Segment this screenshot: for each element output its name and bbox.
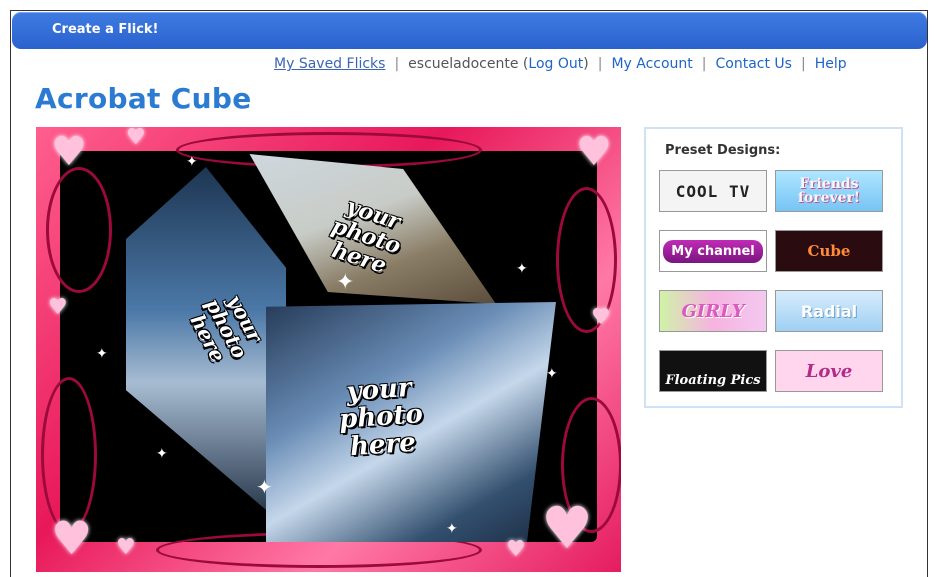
preset-cube[interactable]: Cube — [775, 230, 883, 272]
preset-label: Cube — [807, 242, 851, 260]
heart-icon: ♥ — [576, 129, 612, 175]
sparkle-icon: ✦ — [516, 261, 528, 277]
preset-designs-panel: Preset Designs: COOL TV Friends forever!… — [644, 127, 903, 408]
log-out-link[interactable]: Log Out — [528, 56, 583, 72]
help-link[interactable]: Help — [815, 56, 847, 72]
heart-icon: ♥ — [126, 127, 146, 150]
decorative-swirl — [46, 167, 112, 293]
sparkle-icon: ✦ — [446, 521, 458, 537]
preset-label: Radial — [800, 301, 858, 321]
heart-icon: ♥ — [506, 537, 526, 562]
preset-floating-pics[interactable]: Floating Pics — [659, 350, 767, 392]
heart-icon: ♥ — [591, 305, 611, 330]
decorative-swirl — [41, 377, 97, 533]
preset-radial[interactable]: Radial — [775, 290, 883, 332]
sparkle-icon: ✦ — [186, 154, 198, 170]
sparkle-icon: ✦ — [336, 270, 355, 295]
preset-designs-title: Preset Designs: — [665, 143, 781, 158]
sparkle-icon: ✦ — [546, 366, 558, 382]
heart-icon: ♥ — [541, 494, 593, 562]
preset-label: Floating Pics — [665, 373, 761, 388]
preset-love[interactable]: Love — [775, 350, 883, 392]
nav-separator: | — [800, 56, 806, 72]
contact-us-link[interactable]: Contact Us — [716, 56, 792, 72]
preset-my-channel[interactable]: My channel — [659, 230, 767, 272]
photo-placeholder-text: your photo here — [338, 372, 424, 462]
sparkle-icon: ✦ — [156, 446, 168, 462]
heart-icon: ♥ — [51, 511, 93, 565]
page-title: Acrobat Cube — [35, 82, 252, 115]
my-saved-flicks-link[interactable]: My Saved Flicks — [274, 56, 385, 72]
paren-open: ( — [518, 56, 529, 72]
top-nav: My Saved Flicks | escueladocente (Log Out)… — [274, 56, 847, 72]
preset-girly[interactable]: GIRLY — [659, 290, 767, 332]
preset-friends-forever[interactable]: Friends forever! — [775, 170, 883, 212]
my-account-link[interactable]: My Account — [611, 56, 692, 72]
preset-label: My channel — [663, 239, 763, 263]
preset-label: GIRLY — [681, 300, 745, 322]
preset-label: Friends forever! — [797, 176, 861, 206]
username: escueladocente — [408, 56, 519, 72]
nav-separator: | — [394, 56, 400, 72]
heart-icon: ♥ — [48, 295, 68, 320]
heart-icon: ♥ — [116, 535, 136, 560]
sparkle-icon: ✦ — [256, 475, 273, 499]
preset-cool-tv[interactable]: COOL TV — [659, 170, 767, 212]
header-title: Create a Flick! — [52, 22, 159, 37]
sparkle-icon: ✦ — [96, 346, 108, 362]
flick-preview[interactable]: your photo here your photo here your pho… — [36, 127, 621, 572]
nav-separator: | — [701, 56, 707, 72]
preset-label: Love — [805, 360, 853, 382]
heart-icon: ♥ — [51, 129, 87, 175]
nav-separator: | — [597, 56, 603, 72]
paren-close: ) — [583, 56, 589, 72]
header-bar: Create a Flick! — [12, 12, 927, 49]
preset-label: COOL TV — [675, 181, 751, 201]
